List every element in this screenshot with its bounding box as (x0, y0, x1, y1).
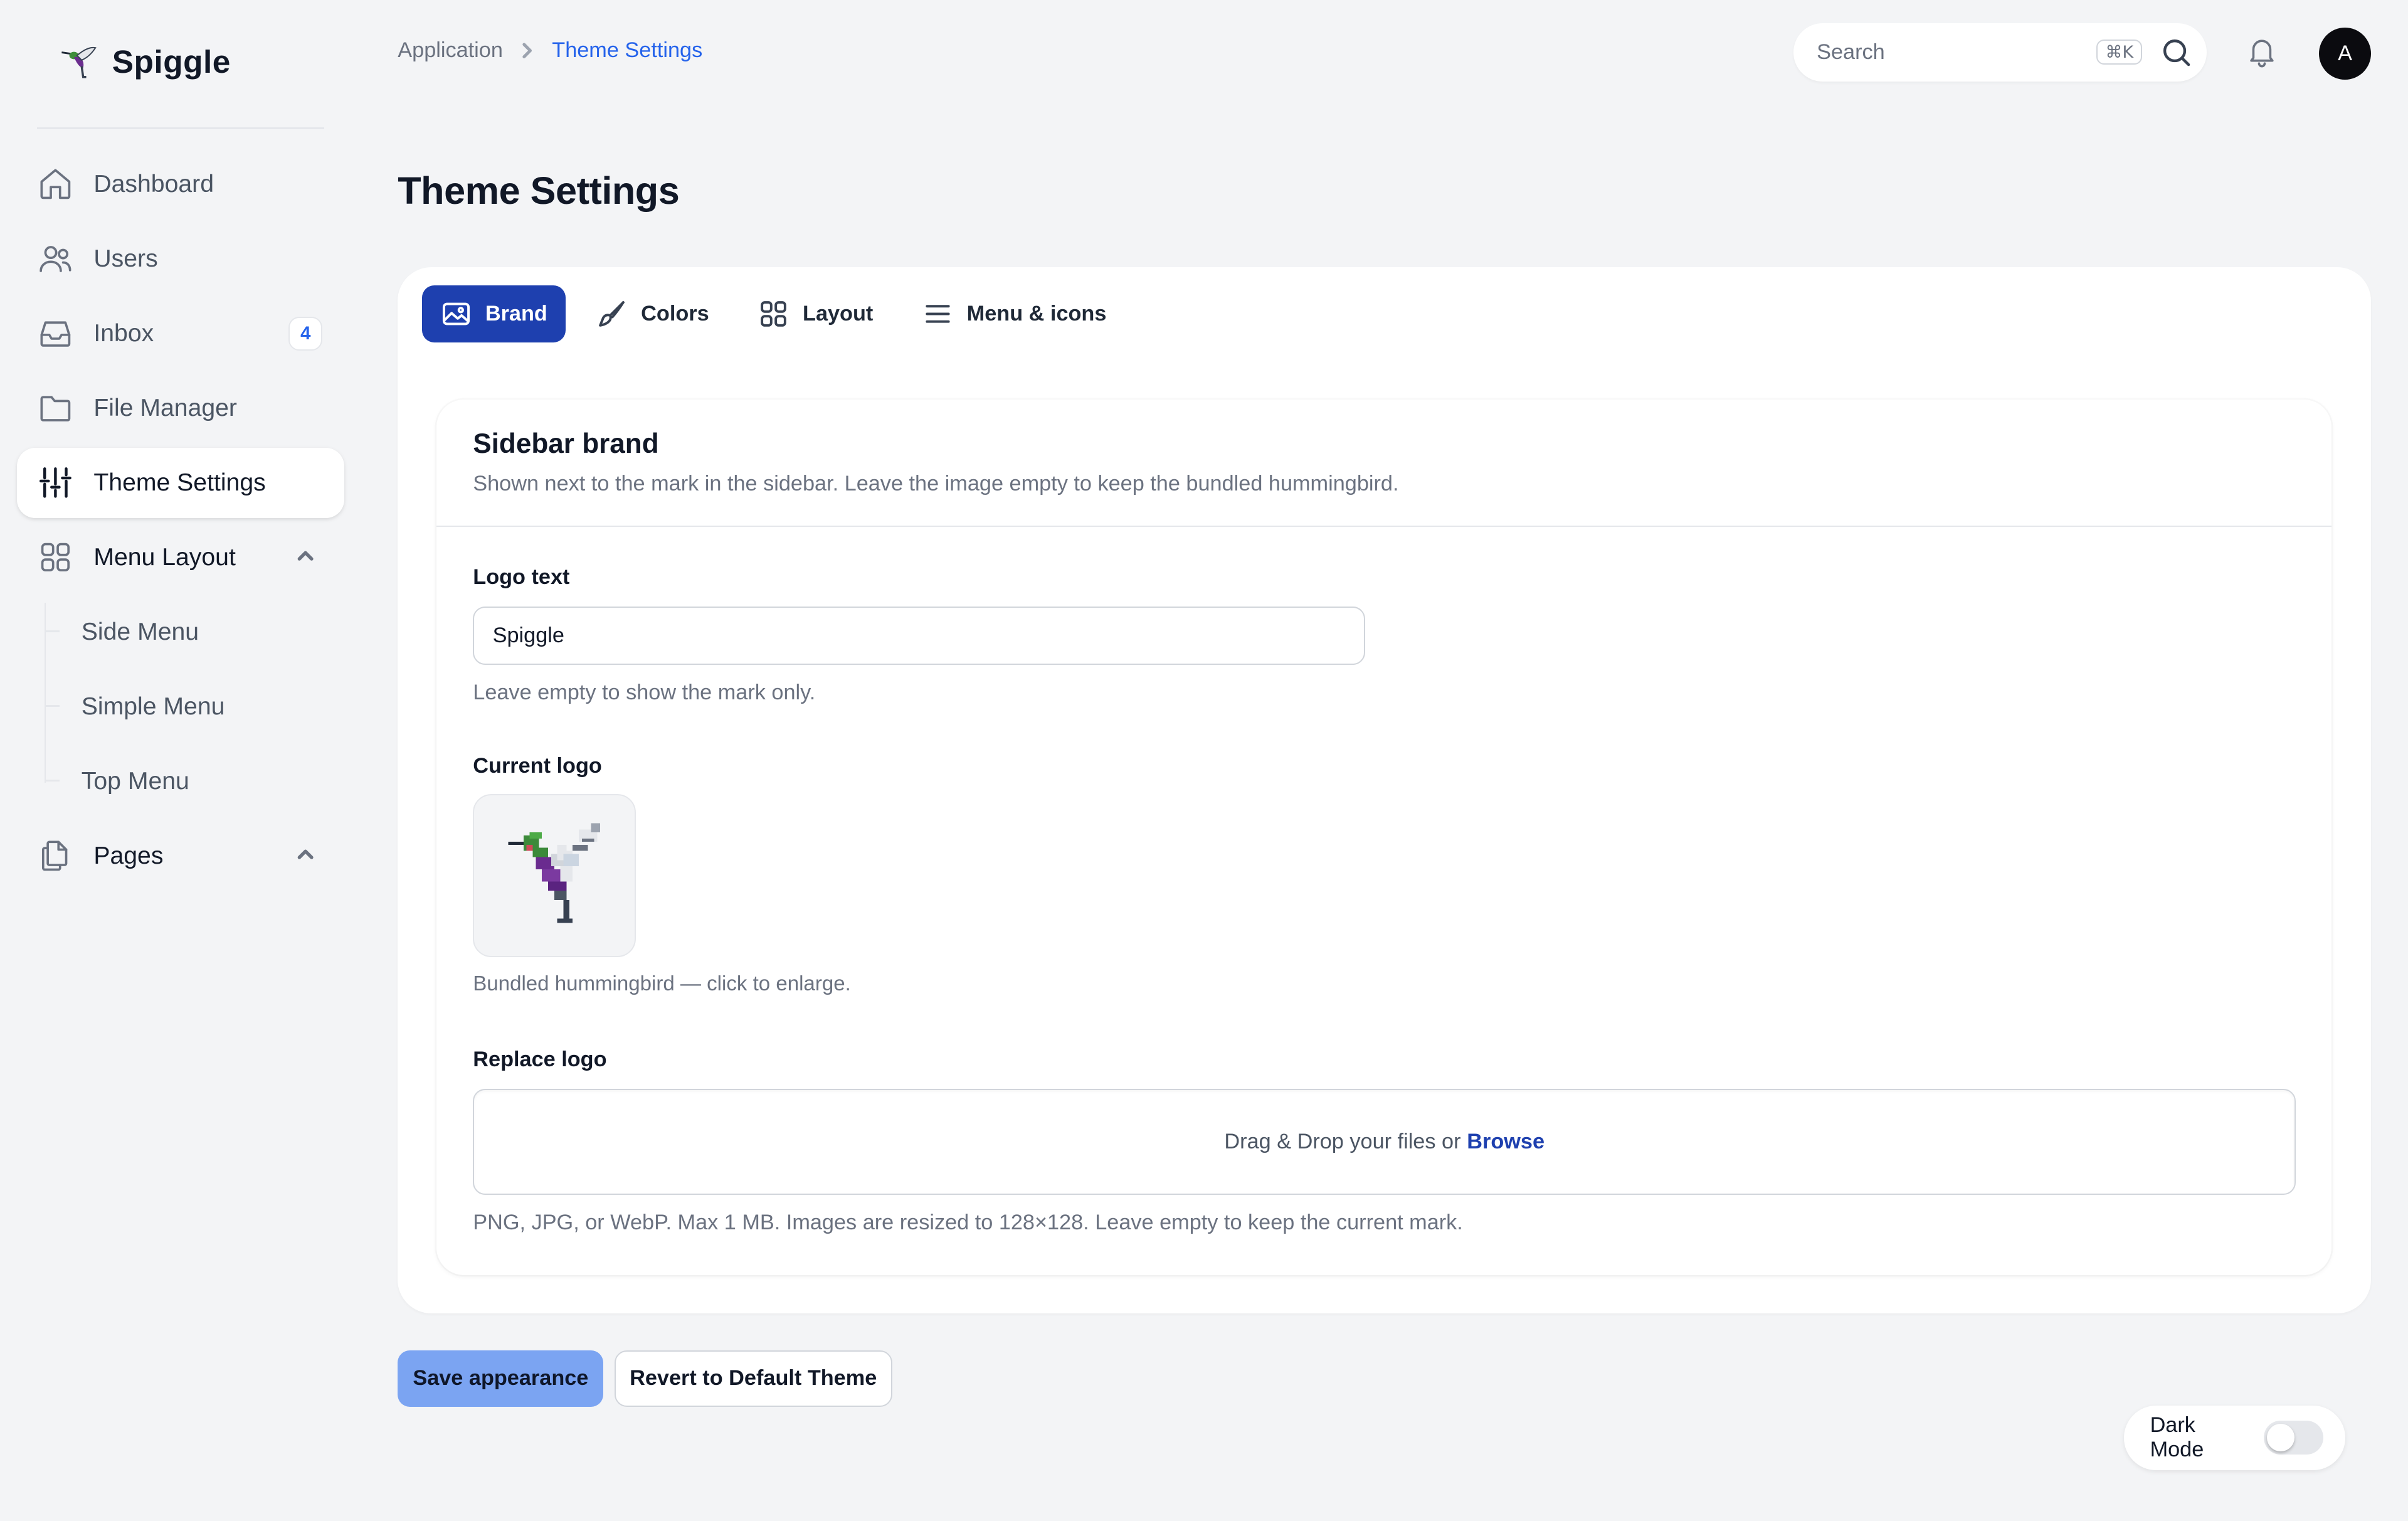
settings-card: Brand Colors Layout Menu & icons Sidebar… (398, 267, 2372, 1313)
submenu-tick (45, 780, 60, 782)
inbox-icon (37, 315, 74, 352)
dark-mode-label: Dark Mode (2150, 1413, 2204, 1462)
avatar[interactable]: A (2318, 28, 2372, 80)
pages-icon (37, 837, 74, 874)
logo-text-input[interactable] (473, 607, 1366, 665)
sidebar-subitem-label: Simple Menu (81, 692, 225, 720)
revert-theme-button[interactable]: Revert to Default Theme (614, 1350, 892, 1407)
inbox-count-badge: 4 (288, 316, 323, 351)
sidebar-item-pages[interactable]: Pages (17, 821, 344, 892)
sidebar-brand[interactable]: Spiggle (57, 40, 231, 83)
tab-brand[interactable]: Brand (422, 285, 566, 343)
sidebar-item-label: Theme Settings (93, 469, 266, 496)
search-box[interactable]: Search ⌘K (1793, 23, 2207, 82)
brush-icon (599, 301, 625, 327)
sidebar-subitem-label: Side Menu (81, 618, 199, 645)
sidebar-item-dashboard[interactable]: Dashboard (17, 149, 344, 220)
sidebar-subitem-top-menu[interactable]: Top Menu (43, 746, 344, 817)
submenu-tick (45, 630, 60, 632)
browse-link[interactable]: Browse (1467, 1130, 1545, 1154)
breadcrumb-current[interactable]: Theme Settings (552, 38, 702, 63)
sidebar: Spiggle Dashboard Users Inbox 4 File Man… (0, 0, 362, 1520)
dark-mode-toggle[interactable] (2263, 1421, 2324, 1455)
sidebar-subitem-side-menu[interactable]: Side Menu (43, 597, 344, 668)
section-title: Sidebar brand (473, 428, 659, 460)
logo-text-help: Leave empty to show the mark only. (473, 680, 816, 704)
hummingbird-icon (508, 823, 601, 923)
sidebar-item-file-manager[interactable]: File Manager (17, 373, 344, 444)
tab-label: Menu & icons (966, 302, 1107, 326)
search-shortcut-hint: ⌘K (2096, 40, 2143, 65)
sidebar-item-theme-settings[interactable]: Theme Settings (16, 447, 344, 519)
grid-icon (37, 539, 74, 576)
image-icon (442, 302, 470, 326)
sidebar-item-users[interactable]: Users (17, 224, 344, 295)
tab-menu-icons[interactable]: Menu & icons (904, 285, 1125, 342)
folder-icon (37, 390, 74, 427)
layout-grid-icon (761, 301, 786, 327)
save-appearance-button[interactable]: Save appearance (398, 1350, 604, 1407)
sidebar-item-label: Pages (93, 842, 164, 869)
sidebar-nav: Dashboard Users Inbox 4 File Manager The… (16, 149, 344, 896)
sidebar-item-label: Users (93, 245, 158, 272)
breadcrumb: Application Theme Settings (398, 38, 702, 63)
home-icon (37, 166, 74, 203)
chevron-up-icon[interactable] (295, 844, 316, 865)
settings-tabs: Brand Colors Layout Menu & icons (422, 285, 1125, 343)
app-name: Spiggle (112, 43, 231, 80)
app-root: Spiggle Dashboard Users Inbox 4 File Man… (0, 0, 2408, 1520)
tab-label: Colors (641, 302, 709, 326)
current-logo-preview[interactable] (473, 794, 636, 957)
sidebar-subitem-label: Top Menu (81, 767, 189, 795)
sliders-icon (37, 464, 74, 501)
sidebar-divider (36, 127, 324, 129)
sidebar-subitem-simple-menu[interactable]: Simple Menu (43, 672, 344, 743)
hummingbird-icon (61, 46, 97, 78)
submenu-tick (45, 705, 60, 707)
bell-icon[interactable] (2245, 34, 2282, 71)
chevron-up-icon[interactable] (295, 545, 316, 566)
section-description: Shown next to the mark in the sidebar. L… (473, 471, 1399, 496)
logo-dropzone[interactable]: Drag & Drop your files or Browse (473, 1089, 2296, 1195)
current-logo-help: Bundled hummingbird — click to enlarge. (473, 972, 851, 996)
replace-logo-label: Replace logo (473, 1047, 607, 1072)
sidebar-item-label: Inbox (93, 319, 154, 347)
sidebar-brand-section: Sidebar brand Shown next to the mark in … (436, 399, 2331, 1275)
logo-text-label: Logo text (473, 565, 570, 590)
dark-mode-control: Dark Mode (2123, 1405, 2345, 1470)
sidebar-item-menu-layout[interactable]: Menu Layout (17, 522, 344, 593)
tab-label: Brand (485, 302, 547, 326)
search-input[interactable]: Search (1817, 40, 2096, 65)
menu-lines-icon (926, 305, 950, 323)
tab-colors[interactable]: Colors (578, 285, 727, 342)
tab-label: Layout (803, 302, 874, 326)
page-title: Theme Settings (398, 169, 680, 213)
dropzone-text: Drag & Drop your files or (1224, 1130, 1461, 1154)
toggle-knob (2266, 1424, 2294, 1452)
current-logo-label: Current logo (473, 754, 602, 778)
sidebar-item-label: Dashboard (93, 170, 214, 198)
tab-layout[interactable]: Layout (740, 285, 892, 342)
section-header: Sidebar brand Shown next to the mark in … (436, 400, 2331, 527)
replace-logo-help: PNG, JPG, or WebP. Max 1 MB. Images are … (473, 1210, 1463, 1234)
users-icon (37, 240, 74, 277)
sidebar-item-inbox[interactable]: Inbox 4 (17, 299, 344, 369)
sidebar-item-label: Menu Layout (93, 543, 236, 571)
chevron-right-icon (518, 41, 536, 60)
sidebar-item-label: File Manager (93, 394, 237, 421)
search-icon[interactable] (2161, 37, 2192, 68)
breadcrumb-parent[interactable]: Application (398, 38, 503, 63)
menu-layout-submenu: Side Menu Simple Menu Top Menu (43, 597, 344, 817)
